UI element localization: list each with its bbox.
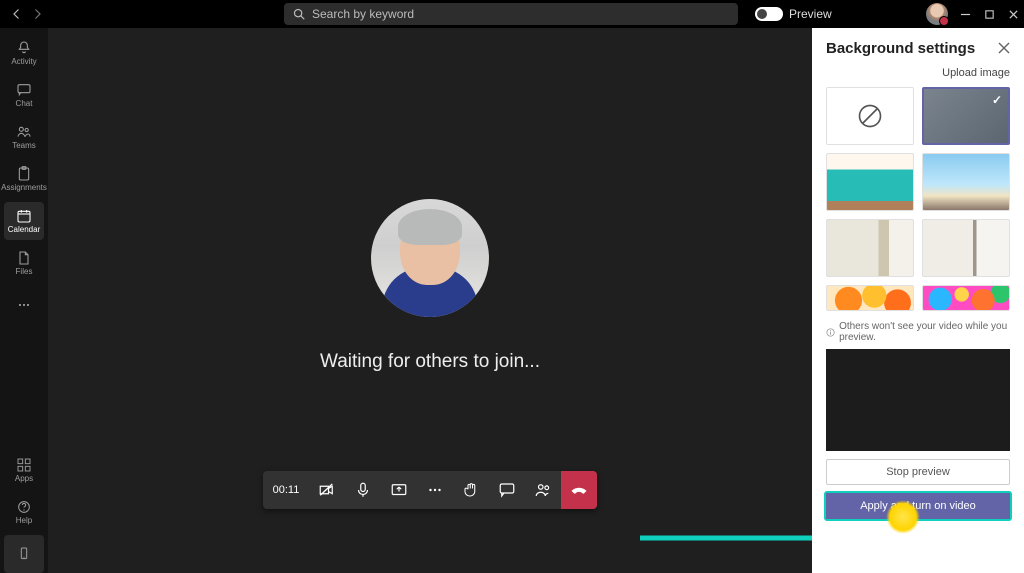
bg-option-image[interactable] xyxy=(922,285,1010,311)
panel-title: Background settings xyxy=(826,40,975,57)
participant-avatar xyxy=(371,199,489,317)
nav-assignments[interactable]: Assignments xyxy=(4,160,44,198)
chat-button[interactable] xyxy=(489,471,525,509)
call-timer: 00:11 xyxy=(263,484,309,496)
camera-toggle-button[interactable] xyxy=(309,471,345,509)
background-settings-panel: Background settings Upload image xyxy=(812,28,1024,573)
chat-icon xyxy=(15,82,33,98)
nav-download-mobile[interactable] xyxy=(4,535,44,573)
window-maximize-button[interactable] xyxy=(982,7,996,21)
teams-icon xyxy=(15,124,33,140)
current-user-avatar[interactable] xyxy=(926,3,948,25)
nav-teams[interactable]: Teams xyxy=(4,118,44,156)
nav-label: Help xyxy=(16,516,32,525)
bell-icon xyxy=(15,40,33,56)
assignments-icon xyxy=(15,166,33,182)
meeting-toolbar: 00:11 xyxy=(263,471,597,509)
preview-info-text: Others won't see your video while you pr… xyxy=(812,311,1024,349)
nav-label: Calendar xyxy=(8,225,40,234)
mic-toggle-button[interactable] xyxy=(345,471,381,509)
search-icon xyxy=(292,7,306,21)
nav-calendar[interactable]: Calendar xyxy=(4,202,44,240)
nav-files[interactable]: Files xyxy=(4,244,44,282)
apps-icon xyxy=(15,457,33,473)
prohibit-icon xyxy=(855,101,885,131)
nav-label: Files xyxy=(16,267,33,276)
bg-option-image[interactable] xyxy=(922,153,1010,211)
app-sidebar: Activity Chat Teams Assignments Calendar… xyxy=(0,28,48,573)
meeting-stage: Waiting for others to join... 00:11 xyxy=(48,28,812,573)
window-close-button[interactable] xyxy=(1006,7,1020,21)
calendar-icon xyxy=(15,208,33,224)
nav-back-button[interactable] xyxy=(10,7,24,21)
ellipsis-icon xyxy=(15,297,33,313)
nav-label: Activity xyxy=(11,57,36,66)
nav-forward-button[interactable] xyxy=(30,7,44,21)
hang-up-button[interactable] xyxy=(561,471,597,509)
waiting-text: Waiting for others to join... xyxy=(320,351,540,373)
nav-activity[interactable]: Activity xyxy=(4,34,44,72)
preview-toggle[interactable]: Preview xyxy=(755,7,832,21)
nav-more[interactable] xyxy=(4,286,44,324)
preview-toggle-label: Preview xyxy=(789,7,832,21)
bg-option-image[interactable] xyxy=(826,219,914,277)
more-actions-button[interactable] xyxy=(417,471,453,509)
bg-option-image[interactable] xyxy=(826,153,914,211)
share-screen-button[interactable] xyxy=(381,471,417,509)
mobile-icon xyxy=(15,546,33,562)
bg-option-none[interactable] xyxy=(826,87,914,145)
bg-option-image[interactable] xyxy=(922,219,1010,277)
search-input[interactable]: Search by keyword xyxy=(284,3,738,25)
stop-preview-button[interactable]: Stop preview xyxy=(826,459,1010,485)
upload-image-link[interactable]: Upload image xyxy=(812,63,1024,87)
search-placeholder-text: Search by keyword xyxy=(312,7,414,21)
apply-turn-on-video-button[interactable]: Apply and turn on video xyxy=(826,493,1010,519)
video-preview xyxy=(826,349,1010,451)
nav-label: Chat xyxy=(16,99,33,108)
toggle-switch-icon xyxy=(755,7,783,21)
window-minimize-button[interactable] xyxy=(958,7,972,21)
title-bar: Search by keyword Preview xyxy=(0,0,1024,28)
nav-chat[interactable]: Chat xyxy=(4,76,44,114)
bg-option-image[interactable] xyxy=(826,285,914,311)
participants-button[interactable] xyxy=(525,471,561,509)
raise-hand-button[interactable] xyxy=(453,471,489,509)
bg-option-blur[interactable] xyxy=(922,87,1010,145)
nav-apps[interactable]: Apps xyxy=(4,451,44,489)
files-icon xyxy=(15,250,33,266)
panel-close-button[interactable] xyxy=(998,42,1012,56)
annotation-highlight-box: Apply and turn on video xyxy=(824,491,1012,521)
background-options-grid xyxy=(812,87,1024,311)
help-icon xyxy=(15,499,33,515)
nav-label: Apps xyxy=(15,474,33,483)
nav-label: Assignments xyxy=(1,183,47,192)
nav-label: Teams xyxy=(12,141,36,150)
nav-help[interactable]: Help xyxy=(4,493,44,531)
info-icon xyxy=(826,327,835,338)
